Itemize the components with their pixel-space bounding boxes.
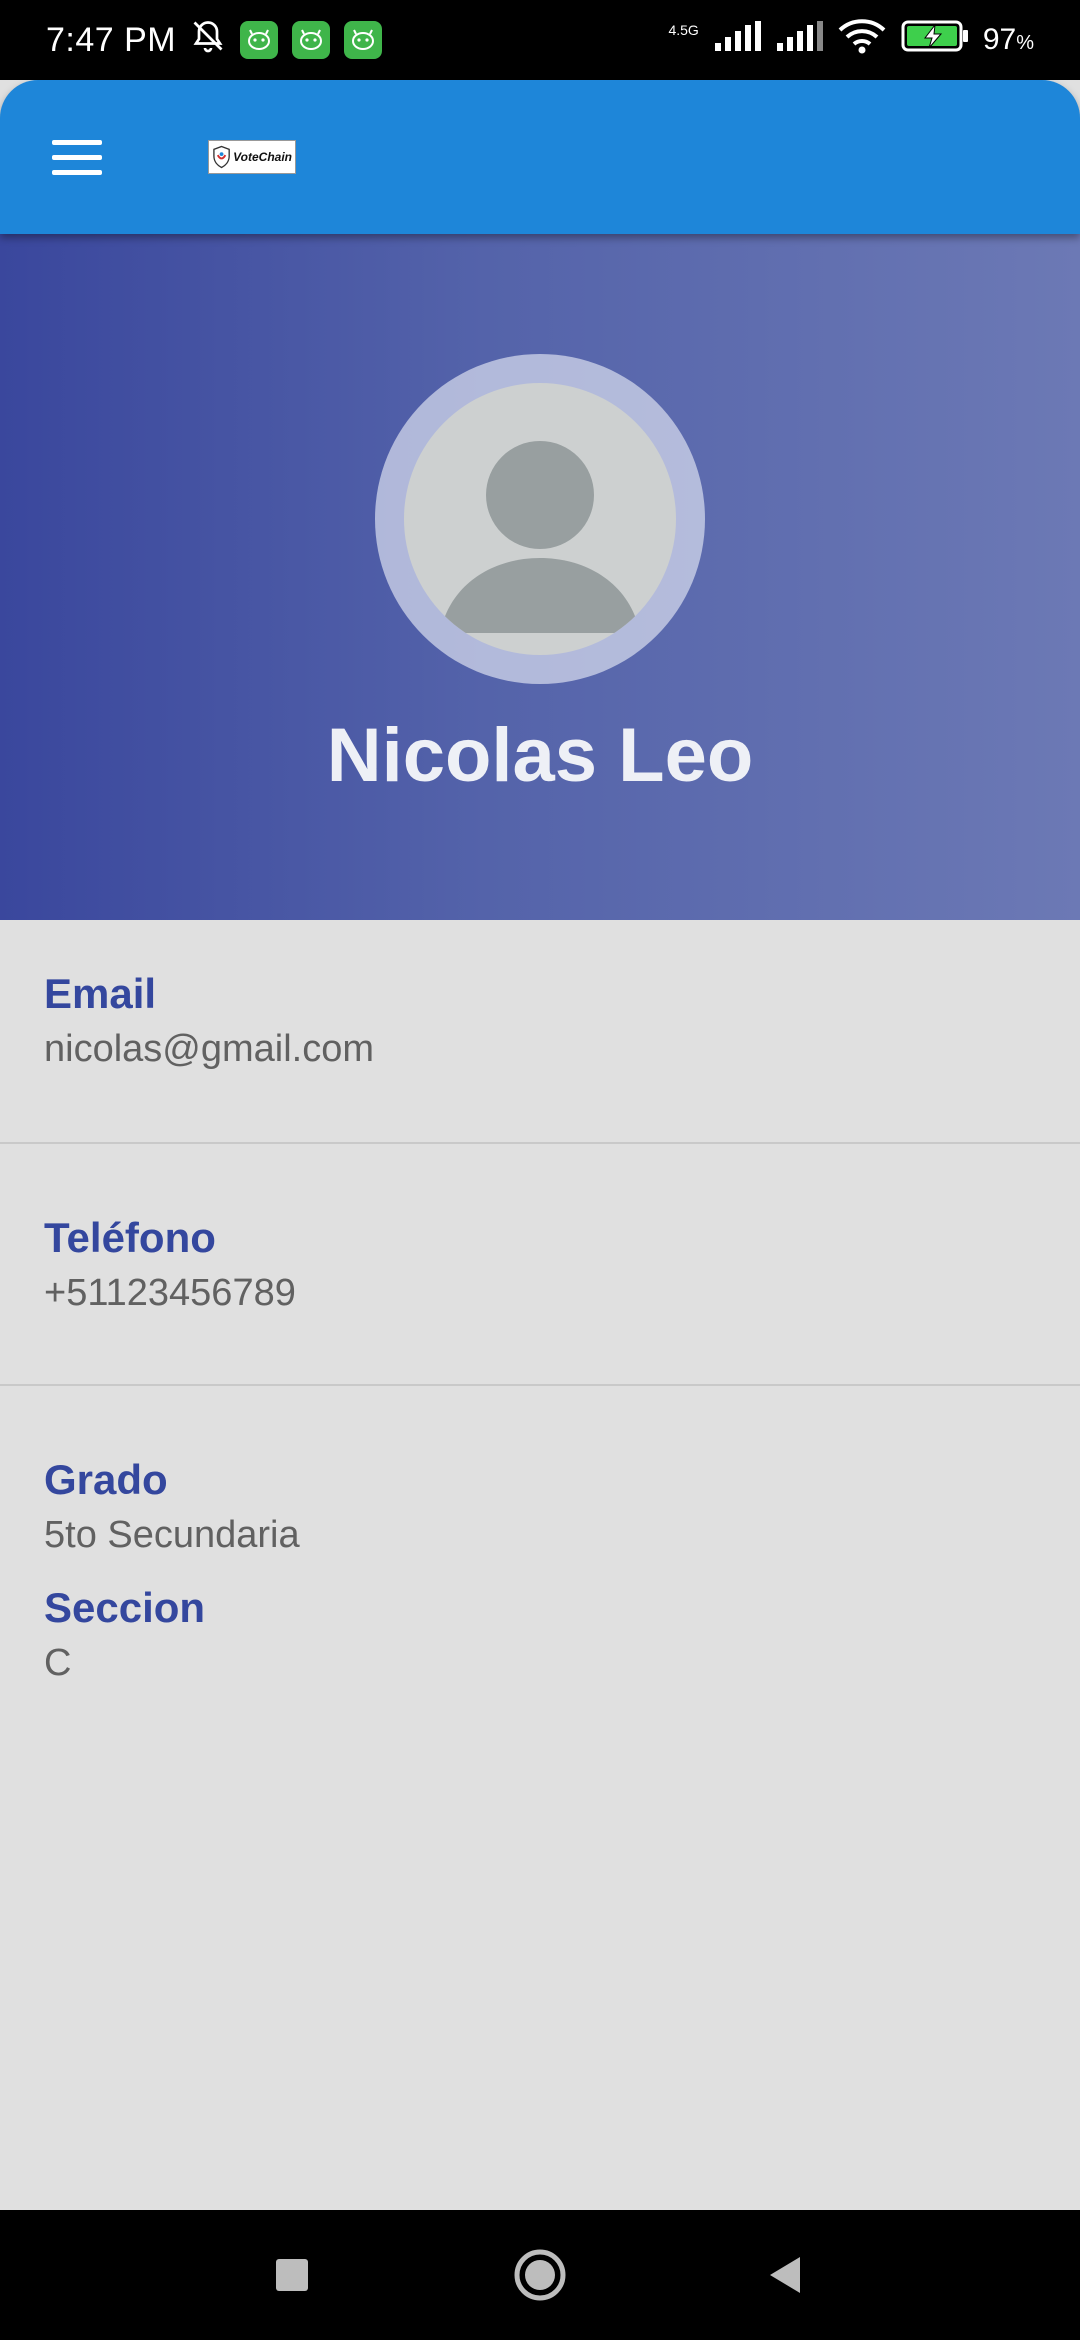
status-bar: 7:47 PM 4.5G 97% [0,0,1080,80]
info-label: Seccion [44,1584,206,1631]
app-notification-icon [240,21,279,59]
profile-header: Nicolas Leo [0,234,1080,920]
battery-charging-icon [901,19,969,62]
profile-name: Nicolas Leo [326,713,754,798]
avatar-ring [375,354,705,684]
person-placeholder-icon [440,441,640,633]
circle-icon [514,2249,566,2301]
battery-percentage: 97% [982,23,1034,56]
cell-signal-icon [713,20,761,60]
logo-text: VoteChain [233,150,292,164]
profile-screen: 7:47 PM 4.5G 97% VoteChain Nicolas Leo E… [0,0,1080,2340]
profile-info-list: Email nicolas@gmail.com Teléfono +511234… [0,920,1080,1685]
avatar [404,383,676,655]
shield-icon [213,145,230,169]
home-button[interactable] [475,2210,605,2340]
silent-bell-icon [190,18,226,63]
info-item-phone: Teléfono +51123456789 [0,1144,1080,1384]
network-type-label: 4.5G [668,22,699,38]
recent-apps-button[interactable] [227,2210,357,2340]
app-logo: VoteChain [208,140,296,174]
info-item-section: Seccion C [0,1584,1080,1685]
square-icon [276,2259,308,2291]
info-value: 5to Secundaria [44,1514,300,1556]
app-notification-icon [292,21,331,59]
info-value: nicolas@gmail.com [44,1028,375,1070]
info-item-email: Email nicolas@gmail.com [0,920,1080,1142]
info-value: C [44,1642,72,1684]
info-item-grade: Grado 5to Secundaria [0,1386,1080,1584]
back-triangle-icon [770,2257,800,2293]
cell-signal-icon [775,20,823,60]
app-bar: VoteChain [0,80,1080,234]
info-value: +51123456789 [44,1272,296,1314]
wifi-icon [837,18,887,63]
status-time: 7:47 PM [46,20,177,59]
info-label: Grado [44,1456,168,1503]
back-button[interactable] [720,2210,850,2340]
system-navigation-bar [0,2210,1080,2340]
app-notification-icon [344,21,383,59]
info-label: Teléfono [44,1214,216,1261]
hamburger-menu-icon[interactable] [38,122,118,192]
info-label: Email [44,970,157,1017]
